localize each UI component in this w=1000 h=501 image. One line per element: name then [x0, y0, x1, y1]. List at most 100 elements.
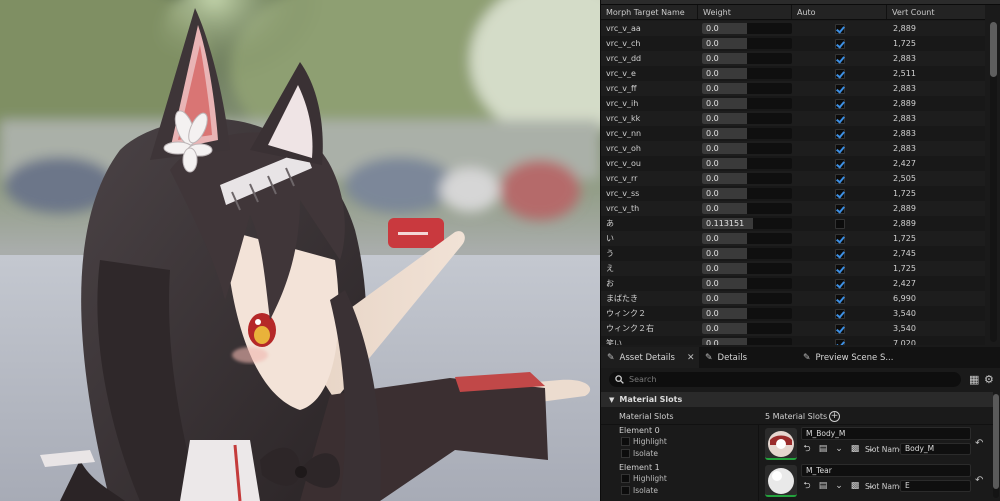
browse-icon[interactable]: ▤: [817, 443, 829, 455]
morph-target-row[interactable]: vrc_v_e 0.0 2,511: [601, 66, 985, 81]
weight-slider[interactable]: 0.0: [702, 23, 792, 34]
highlight-option[interactable]: Highlight: [621, 474, 667, 483]
auto-checkbox[interactable]: [834, 338, 845, 345]
weight-slider[interactable]: 0.0: [702, 158, 792, 169]
morph-target-row[interactable]: ウィンク２ 0.0 3,540: [601, 306, 985, 321]
section-material-slots[interactable]: ▼ Material Slots: [601, 392, 993, 407]
auto-checkbox[interactable]: [834, 83, 845, 94]
isolate-checkbox[interactable]: [621, 449, 630, 458]
reset-icon[interactable]: ↶: [975, 475, 983, 486]
auto-checkbox[interactable]: [834, 278, 845, 289]
chevron-down-icon[interactable]: ⌄: [833, 443, 845, 455]
weight-slider[interactable]: 0.0: [702, 308, 792, 319]
auto-checkbox[interactable]: [834, 98, 845, 109]
morph-target-row[interactable]: vrc_v_kk 0.0 2,883: [601, 111, 985, 126]
morph-target-row[interactable]: vrc_v_ss 0.0 1,725: [601, 186, 985, 201]
weight-slider[interactable]: 0.0: [702, 38, 792, 49]
browse-icon[interactable]: ▤: [817, 480, 829, 492]
weight-slider[interactable]: 0.0: [702, 173, 792, 184]
auto-checkbox[interactable]: [834, 128, 845, 139]
weight-slider[interactable]: 0.0: [702, 68, 792, 79]
weight-slider[interactable]: 0.0: [702, 128, 792, 139]
auto-checkbox[interactable]: [834, 188, 845, 199]
weight-slider[interactable]: 0.0: [702, 233, 792, 244]
weight-slider[interactable]: 0.0: [702, 53, 792, 64]
column-header-vert-count[interactable]: Vert Count: [887, 5, 985, 19]
isolate-option[interactable]: Isolate: [621, 449, 658, 458]
highlight-checkbox[interactable]: [621, 437, 630, 446]
morph-target-row[interactable]: vrc_v_th 0.0 2,889: [601, 201, 985, 216]
reset-icon[interactable]: ↶: [975, 438, 983, 449]
morph-target-row[interactable]: vrc_v_ff 0.0 2,883: [601, 81, 985, 96]
morph-target-row[interactable]: vrc_v_oh 0.0 2,883: [601, 141, 985, 156]
column-header-auto[interactable]: Auto: [792, 5, 887, 19]
auto-checkbox[interactable]: [834, 248, 845, 259]
back-arrow-icon[interactable]: ⮌: [801, 443, 813, 455]
auto-checkbox[interactable]: [834, 143, 845, 154]
search-box[interactable]: [609, 372, 961, 387]
auto-checkbox[interactable]: [834, 113, 845, 124]
auto-checkbox[interactable]: [834, 218, 845, 229]
tab-asset-details[interactable]: ✎ Asset Details ✕: [601, 347, 699, 368]
morph-target-row[interactable]: お 0.0 2,427: [601, 276, 985, 291]
search-input[interactable]: [629, 375, 929, 384]
highlight-option[interactable]: Highlight: [621, 437, 667, 446]
weight-slider[interactable]: 0.0: [702, 263, 792, 274]
highlight-checkbox[interactable]: [621, 474, 630, 483]
auto-checkbox[interactable]: [834, 68, 845, 79]
gear-icon[interactable]: ⚙: [984, 372, 994, 387]
slot-name-field[interactable]: E: [900, 480, 971, 492]
morph-target-row[interactable]: まばたき 0.0 6,990: [601, 291, 985, 306]
add-material-slot-button[interactable]: +: [829, 411, 840, 422]
morph-target-row[interactable]: vrc_v_ou 0.0 2,427: [601, 156, 985, 171]
morph-target-row[interactable]: vrc_v_ch 0.0 1,725: [601, 36, 985, 51]
weight-slider[interactable]: 0.0: [702, 338, 792, 345]
weight-slider[interactable]: 0.0: [702, 278, 792, 289]
auto-checkbox[interactable]: [834, 53, 845, 64]
isolate-checkbox[interactable]: [621, 486, 630, 495]
morph-table-scrollbar[interactable]: [990, 22, 997, 342]
auto-checkbox[interactable]: [834, 308, 845, 319]
checker-icon[interactable]: ▩: [849, 443, 861, 455]
material-thumbnail[interactable]: [765, 428, 797, 460]
material-name-field[interactable]: M_Body_M: [801, 427, 971, 440]
morph-target-row[interactable]: vrc_v_nn 0.0 2,883: [601, 126, 985, 141]
back-arrow-icon[interactable]: ⮌: [801, 480, 813, 492]
viewport-3d-preview[interactable]: [0, 0, 600, 501]
weight-slider[interactable]: 0.0: [702, 98, 792, 109]
auto-checkbox[interactable]: [834, 158, 845, 169]
scrollbar-thumb[interactable]: [990, 22, 997, 77]
column-header-weight[interactable]: Weight: [698, 5, 792, 19]
morph-target-row[interactable]: う 0.0 2,745: [601, 246, 985, 261]
weight-slider[interactable]: 0.0: [702, 248, 792, 259]
weight-slider[interactable]: 0.113151: [702, 218, 792, 229]
auto-checkbox[interactable]: [834, 233, 845, 244]
material-thumbnail[interactable]: [765, 465, 797, 497]
chevron-down-icon[interactable]: ⌄: [833, 480, 845, 492]
weight-slider[interactable]: 0.0: [702, 83, 792, 94]
weight-slider[interactable]: 0.0: [702, 188, 792, 199]
morph-target-row[interactable]: vrc_v_rr 0.0 2,505: [601, 171, 985, 186]
weight-slider[interactable]: 0.0: [702, 143, 792, 154]
weight-slider[interactable]: 0.0: [702, 293, 792, 304]
table-view-icon[interactable]: ▦: [969, 372, 979, 387]
checker-icon[interactable]: ▩: [849, 480, 861, 492]
weight-slider[interactable]: 0.0: [702, 203, 792, 214]
auto-checkbox[interactable]: [834, 263, 845, 274]
column-header-name[interactable]: Morph Target Name: [601, 5, 698, 19]
details-scrollbar[interactable]: [993, 394, 999, 498]
isolate-option[interactable]: Isolate: [621, 486, 658, 495]
auto-checkbox[interactable]: [834, 203, 845, 214]
morph-target-row[interactable]: え 0.0 1,725: [601, 261, 985, 276]
auto-checkbox[interactable]: [834, 23, 845, 34]
tab-details[interactable]: ✎ Details: [699, 347, 797, 368]
weight-slider[interactable]: 0.0: [702, 323, 792, 334]
scrollbar-thumb[interactable]: [993, 394, 999, 489]
morph-target-row[interactable]: あ 0.113151 2,889: [601, 216, 985, 231]
morph-target-row[interactable]: い 0.0 1,725: [601, 231, 985, 246]
auto-checkbox[interactable]: [834, 323, 845, 334]
morph-target-row[interactable]: 笑い 0.0 7,020: [601, 336, 985, 345]
auto-checkbox[interactable]: [834, 173, 845, 184]
slot-name-field[interactable]: Body_M: [900, 443, 971, 455]
material-name-field[interactable]: M_Tear: [801, 464, 971, 477]
